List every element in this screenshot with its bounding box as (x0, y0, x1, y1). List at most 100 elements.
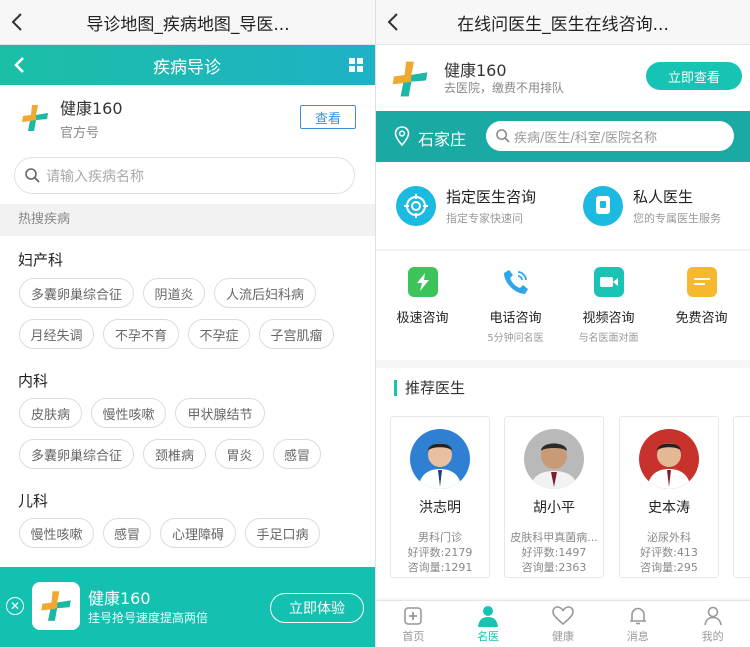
doctor-icon (451, 605, 526, 627)
doctor-consults: 咨询量:295 (640, 561, 698, 574)
consult-subtitle: 您的专属医生服务 (633, 212, 721, 225)
disease-tag[interactable]: 颈椎病 (143, 439, 206, 469)
disease-tag[interactable]: 人流后妇科病 (214, 278, 316, 308)
disease-tag[interactable]: 感冒 (273, 439, 321, 469)
search-icon (496, 129, 510, 143)
app-download-banner: ✕ 健康160 挂号抢号速度提高两倍 立即体验 (0, 567, 376, 647)
window-titlebar: 在线问医生_医生在线咨询... (376, 0, 750, 45)
search-icon (25, 168, 40, 183)
consult-title: 指定医生咨询 (446, 188, 537, 206)
consult-subtitle: 指定专家快速问 (446, 212, 523, 225)
quick-title: 电话咨询 (489, 311, 542, 326)
doctor-badge-icon (583, 186, 623, 226)
chevron-left-icon (14, 57, 24, 73)
app-subtitle: 去医院，缴费不用排队 (444, 81, 565, 95)
tab-label: 我的 (701, 630, 724, 643)
account-type: 官方号 (60, 126, 100, 141)
doctor-department: 皮肤科甲真菌病... (510, 531, 598, 544)
disease-tag[interactable]: 慢性咳嗽 (91, 398, 166, 428)
official-account-card: 健康160 官方号 查看 (0, 85, 376, 151)
tab-health[interactable]: 健康 (526, 601, 601, 647)
search-placeholder: 疾病/医生/科室/医院名称 (514, 130, 658, 146)
doctor-avatar (639, 429, 699, 489)
app-name: 健康160 (444, 61, 507, 80)
banner-subtitle: 挂号抢号速度提高两倍 (88, 611, 209, 625)
free-consult[interactable]: 免费咨询 (655, 267, 748, 329)
doctor-rating: 好评数:2179 (407, 546, 473, 559)
quick-subtitle: 5分钟问名医 (487, 333, 544, 344)
city-search-bar: 石家庄 疾病/医生/科室/医院名称 (376, 111, 750, 162)
video-consult[interactable]: 视频咨询 与名医面对面 (562, 267, 655, 344)
doctor-avatar (524, 429, 584, 489)
express-consult[interactable]: 极速咨询 (376, 267, 469, 329)
consult-options: 指定医生咨询 指定专家快速问 私人医生 您的专属医生服务 (376, 162, 750, 250)
disease-tag[interactable]: 手足口病 (245, 518, 320, 548)
disease-tag[interactable]: 胃炎 (215, 439, 264, 469)
doctor-rating: 好评数:1497 (521, 546, 587, 559)
doctor-name: 洪志明 (419, 500, 461, 516)
disease-tag[interactable]: 子宫肌瘤 (259, 319, 334, 349)
city-selector[interactable]: 石家庄 (418, 126, 466, 150)
disease-guide-page: 导诊地图_疾病地图_导医... 疾病导诊 健康160 官方号 查看 请输入疾病名… (0, 0, 376, 647)
phone-consult[interactable]: 电话咨询 5分钟问名医 (469, 267, 562, 344)
app-logo (32, 582, 80, 630)
tab-label: 首页 (402, 630, 425, 643)
tab-messages[interactable]: 消息 (600, 601, 675, 647)
disease-tag[interactable]: 不孕不育 (103, 319, 179, 349)
bell-icon (600, 605, 675, 627)
disease-tag[interactable]: 甲状腺结节 (175, 398, 265, 428)
tab-mine[interactable]: 我的 (675, 601, 750, 647)
chat-icon (686, 267, 717, 297)
tab-home[interactable]: 首页 (376, 601, 451, 647)
disease-tag[interactable]: 心理障碍 (160, 518, 236, 548)
tab-label: 名医 (477, 630, 500, 643)
back-button[interactable] (376, 0, 410, 45)
disease-tag[interactable]: 月经失调 (19, 319, 94, 349)
doctor-name: 史本涛 (648, 500, 690, 516)
bottom-tab-bar: 首页 名医 健康 消息 我的 (376, 600, 750, 647)
location-pin-icon (394, 126, 410, 146)
page-header: 疾病导诊 (0, 45, 376, 85)
online-doctor-page: 在线问医生_医生在线咨询... 健康160 去医院，缴费不用排队 立即查看 石家… (376, 0, 750, 647)
doctor-card[interactable]: 胡小平 皮肤科甲真菌病... 好评数:1497 咨询量:2363 (504, 416, 604, 578)
department-heading: 儿科 (18, 492, 49, 510)
heart-icon (526, 605, 601, 627)
quick-title: 视频咨询 (582, 311, 635, 326)
tab-doctors[interactable]: 名医 (451, 601, 526, 647)
grid-icon (349, 58, 363, 72)
hot-search-heading: 热搜疾病 (0, 204, 376, 236)
disease-tag[interactable]: 阴道炎 (143, 278, 205, 308)
doctor-department: 泌尿外科 (647, 531, 691, 544)
app-promo-header: 健康160 去医院，缴费不用排队 立即查看 (376, 45, 750, 111)
user-icon (675, 605, 750, 627)
close-icon: ✕ (9, 599, 21, 613)
doctor-name: 胡小平 (533, 500, 575, 516)
chevron-left-icon (387, 13, 398, 31)
doctor-card-partial[interactable] (733, 416, 750, 578)
doctor-search-input[interactable]: 疾病/医生/科室/医院名称 (486, 121, 734, 151)
grid-menu-button[interactable] (336, 45, 376, 85)
header-back-button[interactable] (0, 45, 38, 85)
back-button[interactable] (0, 0, 34, 45)
doctor-card[interactable]: 洪志明 男科门诊 好评数:2179 咨询量:1291 (390, 416, 490, 578)
disease-tag[interactable]: 多囊卵巢综合征 (19, 439, 134, 469)
banner-app-name: 健康160 (88, 589, 151, 608)
disease-tag[interactable]: 皮肤病 (19, 398, 82, 428)
doctor-consults: 咨询量:1291 (407, 561, 473, 574)
department-heading: 内科 (18, 372, 49, 390)
view-account-button[interactable]: 查看 (300, 105, 356, 129)
department-heading: 妇产科 (18, 251, 64, 269)
try-now-button[interactable]: 立即体验 (270, 593, 364, 623)
disease-tag[interactable]: 慢性咳嗽 (19, 518, 94, 548)
disease-tag[interactable]: 多囊卵巢综合征 (19, 278, 134, 308)
search-placeholder: 请输入疾病名称 (46, 168, 144, 185)
close-banner-button[interactable]: ✕ (6, 597, 24, 615)
lightning-icon (407, 267, 438, 297)
disease-tag[interactable]: 感冒 (103, 518, 151, 548)
disease-search-input[interactable]: 请输入疾病名称 (14, 157, 355, 194)
view-now-button[interactable]: 立即查看 (646, 62, 742, 90)
disease-tag[interactable]: 不孕症 (188, 319, 250, 349)
doctor-card[interactable]: 史本涛 泌尿外科 好评数:413 咨询量:295 (619, 416, 719, 578)
section-title: 推荐医生 (394, 380, 465, 396)
consult-title: 私人医生 (633, 188, 694, 206)
